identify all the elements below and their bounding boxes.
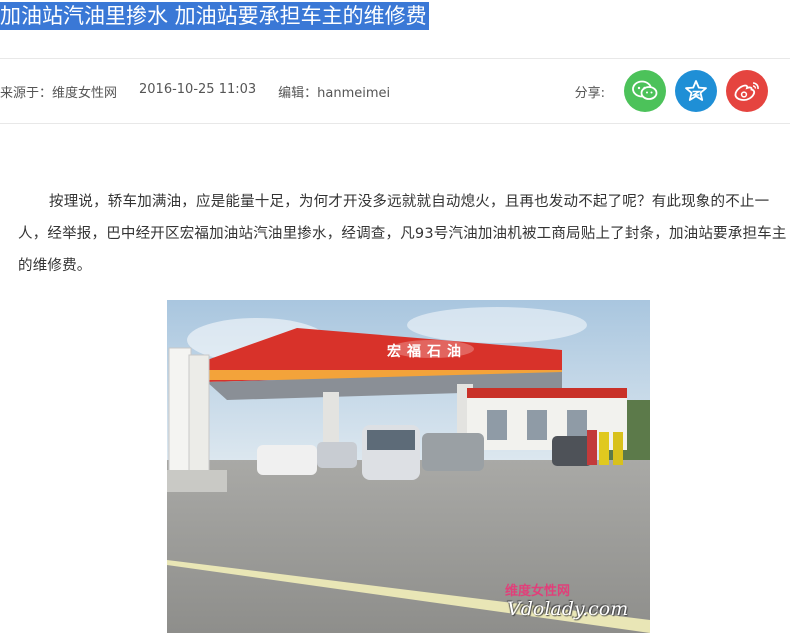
title-divider — [0, 58, 790, 59]
meta-source: 来源于：维度女性网 — [0, 86, 118, 101]
photo-watermark-en: Vdolady.com — [507, 598, 629, 620]
station-sign-text: 宏福石油 — [387, 344, 467, 360]
article-title-wrap: 加油站汽油里掺水 加油站要承担车主的维修费 — [0, 2, 429, 30]
article-photo: 维度女性网 Vdolady.com 宏福石油 — [167, 300, 650, 633]
share-label: 分享: — [574, 85, 605, 101]
share-bar: 分享: — [575, 70, 768, 112]
weibo-icon — [734, 82, 759, 101]
article-title: 加油站汽油里掺水 加油站要承担车主的维修费 — [0, 2, 429, 30]
wechat-icon — [632, 80, 658, 100]
meta-divider — [0, 123, 790, 124]
qzone-star-icon — [685, 80, 707, 101]
article-meta: 来源于：维度女性网 2016-10-25 11:03 编辑：hanmeimei — [0, 82, 390, 101]
share-wechat-button[interactable] — [624, 70, 666, 112]
photo-watermark-cn: 维度女性网 — [505, 584, 571, 599]
meta-datetime: 2016-10-25 11:03 — [139, 82, 257, 97]
meta-editor: 编辑：hanmeimei — [278, 86, 391, 101]
share-qzone-button[interactable] — [675, 70, 717, 112]
share-weibo-button[interactable] — [726, 70, 768, 112]
article-body: 按理说，轿车加满油，应是能量十足，为何才开没多远就就自动熄火，且再也发动不起了呢… — [18, 194, 787, 274]
